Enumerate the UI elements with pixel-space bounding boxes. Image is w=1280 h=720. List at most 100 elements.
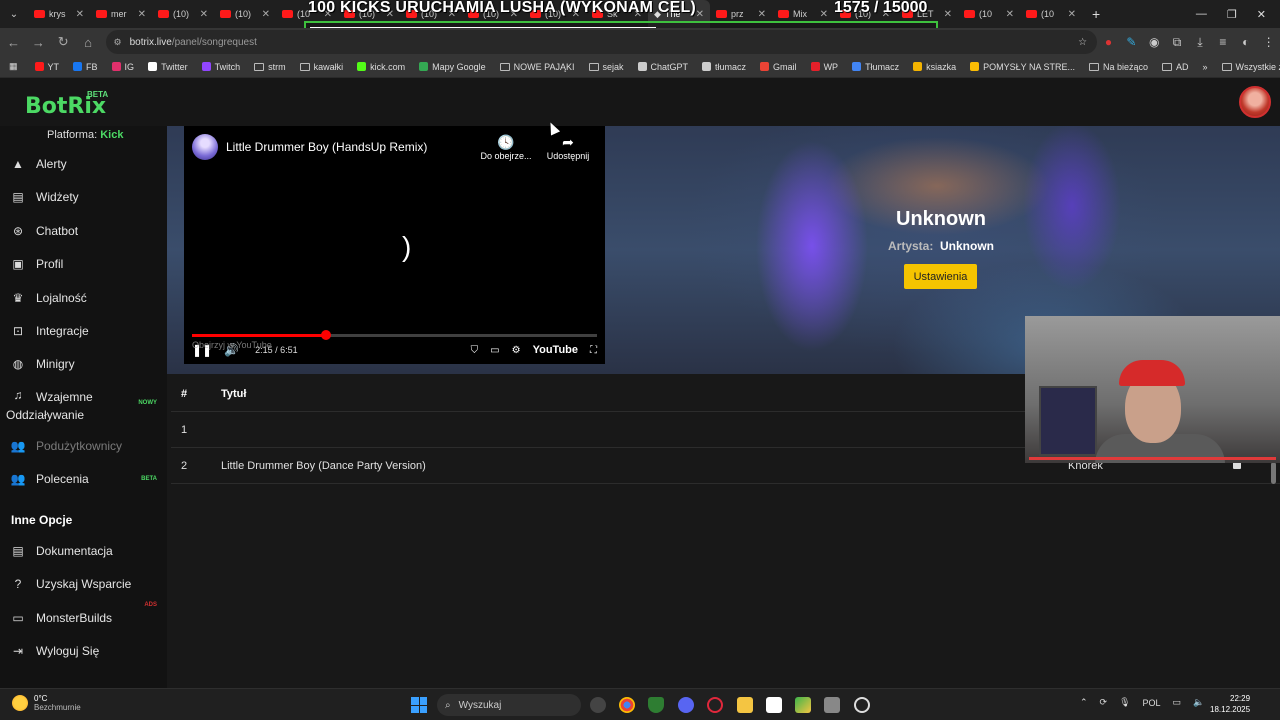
reload-icon[interactable]: ↻ [52,34,75,50]
media-player-icon[interactable] [854,697,870,713]
browser-menu-icon[interactable]: ⋮ [1257,35,1280,49]
bookmark-item[interactable]: kawałki [293,62,351,72]
opera-gx-icon[interactable] [707,697,723,713]
bookmark-item[interactable]: AD [1155,62,1196,72]
close-tab-icon[interactable]: ✕ [1006,9,1014,20]
browser-tab[interactable]: (10 ✕ [1020,0,1082,28]
channel-avatar[interactable] [192,134,218,160]
share-button[interactable]: ➦ Udostępnij [538,134,598,161]
settings-gear-icon[interactable]: ⚙ [512,345,521,356]
scrollbar[interactable] [1271,462,1276,484]
microphone-icon[interactable]: 🎙 [1119,697,1130,708]
extension-gray-icon[interactable]: ◉ [1143,35,1166,49]
weather-widget[interactable]: 0°C Bezchmurnie [12,694,81,712]
fullscreen-icon[interactable]: ⛶ [590,345,597,356]
bookmark-item[interactable]: IG [105,62,142,72]
browser-tab[interactable]: (10) ✕ [152,0,214,28]
bookmark-star-icon[interactable]: ☆ [1078,37,1087,48]
subtitles-icon[interactable]: ▭ [490,345,499,356]
bookmark-item[interactable]: YT [28,62,67,72]
sidebar-item[interactable]: ◍ Minigry [0,354,167,374]
sidebar-item[interactable]: 👥 Podużytkownicy [0,436,167,456]
profile-icon[interactable]: ◐ [1234,35,1257,49]
bookmark-item[interactable]: NOWE PAJĄKI [493,62,582,72]
sidebar-item[interactable]: ▭ MonsterBuilds ADS [0,602,167,628]
close-tab-icon[interactable]: ✕ [262,9,270,20]
close-tab-icon[interactable]: ✕ [138,9,146,20]
extension-icon[interactable]: ✎ [1120,35,1143,49]
sidebar-item[interactable]: ♫ Wzajemne Oddziaływanie NOWY [0,388,167,424]
watch-on-youtube-link[interactable]: Obejrzyj w YouTube [192,340,272,350]
download-icon[interactable]: ⤓ [1189,35,1212,50]
record-extension-icon[interactable]: ● [1097,35,1120,49]
close-tab-icon[interactable]: ✕ [200,9,208,20]
apps-grid-icon[interactable]: ▦ [0,61,28,72]
bookmark-item[interactable]: WP [804,62,846,72]
capcut-icon[interactable] [766,697,782,713]
forward-icon[interactable]: → [27,35,50,50]
sync-icon[interactable]: ⟳ [1100,697,1108,708]
restore-icon[interactable]: ❐ [1227,8,1237,21]
shield-app-icon[interactable] [648,697,664,713]
sidebar-item[interactable]: ▲ Alerty [0,154,167,174]
extensions-puzzle-icon[interactable]: ⧉ [1166,35,1189,50]
bookmark-item[interactable]: Gmail [753,62,804,72]
sidebar-item[interactable]: ▣ Profil [0,254,167,274]
video-progress-bar[interactable] [192,330,597,340]
sidebar-item[interactable]: ▤ Widżety [0,187,167,207]
sidebar-item[interactable]: 👥 Polecenia BETA [0,469,167,489]
home-icon[interactable]: ⌂ [77,35,100,50]
bookmark-item[interactable]: FB [66,62,105,72]
close-tab-icon[interactable]: ✕ [758,9,766,20]
chrome-icon[interactable] [619,697,635,713]
sidebar-item[interactable]: ⊛ Chatbot [0,221,167,241]
close-tab-icon[interactable]: ✕ [1068,9,1076,20]
bookmark-item[interactable]: Twitter [141,62,195,72]
taskbar-search[interactable]: ⌕ Wyszukaj [437,694,581,716]
minimize-icon[interactable]: — [1196,8,1207,21]
close-tab-icon[interactable]: ✕ [76,9,84,20]
tab-search-button[interactable]: ⌄ [0,9,28,20]
bookmark-item[interactable]: POMYSŁY NA STRE... [963,62,1082,72]
browser-tab[interactable]: (10 ✕ [958,0,1020,28]
new-tab-button[interactable]: + [1082,6,1110,22]
bookmark-item[interactable]: strm [247,62,293,72]
close-window-icon[interactable]: ✕ [1257,8,1266,21]
language-indicator[interactable]: POL [1143,698,1161,708]
close-tab-icon[interactable]: ✕ [944,9,952,20]
user-avatar[interactable] [1239,86,1271,118]
youtube-player[interactable]: Little Drummer Boy (HandsUp Remix) 🕓 Do o… [184,126,605,364]
settings-button[interactable]: Ustawienia [904,264,977,289]
back-icon[interactable]: ← [2,35,25,50]
bookmark-item[interactable]: Mapy Google [412,62,493,72]
browser-tab[interactable]: krys ✕ [28,0,90,28]
youtube-logo[interactable]: YouTube [533,344,578,356]
all-bookmarks[interactable]: Wszystkie zakładki [1215,62,1280,72]
bookmark-item[interactable]: sejak [582,62,631,72]
bookmark-item[interactable]: ChatGPT [631,62,696,72]
watch-later-button[interactable]: 🕓 Do obejrze... [476,134,536,161]
tray-chevron-icon[interactable]: ⌃ [1080,697,1088,708]
more-bookmarks-icon[interactable]: » [1196,62,1215,72]
obs-icon[interactable] [590,697,606,713]
speaker-icon[interactable]: 🔈 [1193,697,1204,708]
bookmark-item[interactable]: kick.com [350,62,412,72]
video-title[interactable]: Little Drummer Boy (HandsUp Remix) [226,140,427,154]
calculator-icon[interactable] [824,697,840,713]
bookmark-item[interactable]: tłumacz [695,62,753,72]
close-tab-icon[interactable]: ✕ [820,9,828,20]
browser-tab[interactable]: (10) ✕ [214,0,276,28]
bookmark-item[interactable]: ksiazka [906,62,963,72]
bookmark-item[interactable]: Na bieżąco [1082,62,1155,72]
close-tab-icon[interactable]: ✕ [696,9,704,20]
discord-icon[interactable] [678,697,694,713]
sidebar-item[interactable]: ♛ Lojalność [0,288,167,308]
start-button[interactable] [411,697,427,713]
taskbar-clock[interactable]: 22:29 18.12.2025 [1210,693,1250,715]
sidebar-item[interactable]: ▤ Dokumentacja [0,541,167,561]
file-explorer-icon[interactable] [737,697,753,713]
bookmark-item[interactable]: Tłumacz [845,62,906,72]
sidebar-item[interactable]: ? Uzyskaj Wsparcie [0,574,167,594]
url-field[interactable]: ⚙ botrix.live/panel/songrequest ☆ [105,30,1098,54]
sidebar-item[interactable]: ⊡ Integracje [0,321,167,341]
